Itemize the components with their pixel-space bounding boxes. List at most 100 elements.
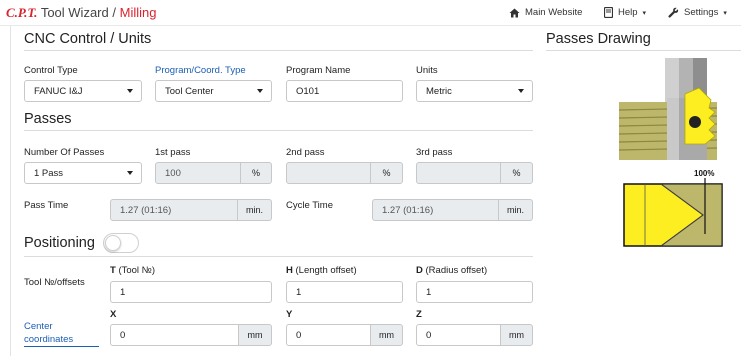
settings-label: Settings: [684, 7, 719, 18]
dropdown-arrow-icon: [518, 89, 524, 93]
toggle-knob: [105, 235, 121, 251]
h-key: H: [286, 265, 293, 276]
wrench-icon: [668, 7, 679, 18]
x-input[interactable]: 0: [110, 324, 239, 346]
thread-insert: [684, 87, 716, 145]
t-label-text: (Tool №): [115, 265, 156, 276]
center-coordinates-link-line2[interactable]: coordinates: [24, 334, 73, 345]
units-label: Units: [416, 65, 438, 76]
positioning-section-title: Positioning: [24, 235, 95, 251]
d-key: D: [416, 265, 423, 276]
y-input[interactable]: 0: [286, 324, 371, 346]
z-key: Z: [416, 309, 422, 320]
units-select[interactable]: Metric: [416, 80, 533, 102]
radius-offset-label: D (Radius offset): [416, 265, 487, 276]
program-type-label[interactable]: Program/Coord. Type: [155, 65, 246, 76]
y-key: Y: [286, 309, 293, 320]
app-title: Tool Wizard: [40, 5, 109, 20]
z-input[interactable]: 0: [416, 324, 501, 346]
thread-profile: [623, 178, 723, 247]
h-label-text: (Length offset): [292, 265, 357, 276]
main-website-label: Main Website: [525, 7, 583, 18]
passes-section-title: Passes: [24, 111, 72, 127]
cnc-section-title: CNC Control / Units: [24, 31, 152, 47]
content-left-border: [10, 26, 11, 356]
passes-drawing-title: Passes Drawing: [546, 31, 651, 47]
tool-offsets-label: Tool №/offsets: [24, 277, 85, 288]
brand[interactable]: C.P.T. Tool Wizard / Milling: [6, 5, 156, 21]
book-icon: [604, 7, 613, 18]
center-coordinates-link-line1[interactable]: Center: [24, 321, 53, 332]
home-icon: [509, 8, 520, 17]
x-value: 0: [120, 329, 126, 341]
passes-drawing: [618, 58, 723, 247]
drawing-section-divider: [546, 50, 741, 51]
d-label-text: (Radius offset): [422, 265, 488, 276]
top-navbar: C.P.T. Tool Wizard / Milling Main Websit…: [0, 0, 741, 26]
program-name-label: Program Name: [286, 65, 351, 76]
pass-time-output: 1.27 (01:16): [110, 199, 238, 221]
positioning-section-divider: [24, 256, 533, 257]
number-of-passes-select[interactable]: 1 Pass: [24, 162, 142, 184]
program-name-input[interactable]: O101: [286, 80, 403, 102]
x-unit: mm: [238, 324, 272, 346]
cycle-time-value: 1.27 (01:16): [382, 204, 434, 216]
cnc-section-divider: [24, 50, 533, 51]
pass-percent-label: 100%: [694, 169, 715, 178]
z-label: Z: [416, 309, 422, 320]
y-unit: mm: [370, 324, 403, 346]
tool-number-label: T (Tool №): [110, 265, 155, 276]
program-name-value: O101: [296, 85, 320, 97]
program-type-value: Tool Center: [165, 85, 214, 97]
caret-down-icon: ▾: [723, 9, 727, 17]
cycle-time-output: 1.27 (01:16): [372, 199, 499, 221]
breadcrumb-separator: /: [112, 5, 116, 20]
z-unit: mm: [500, 324, 533, 346]
second-pass-label: 2nd pass: [286, 147, 325, 158]
y-value: 0: [296, 329, 302, 341]
second-pass-unit: %: [370, 162, 403, 184]
first-pass-value: 100: [165, 167, 181, 179]
radius-offset-input[interactable]: 1: [416, 281, 533, 303]
module-title: Milling: [119, 5, 157, 20]
cycle-time-unit: min.: [498, 199, 533, 221]
pass-time-unit: min.: [237, 199, 272, 221]
dropdown-arrow-icon: [127, 171, 133, 175]
x-key: X: [110, 309, 117, 320]
program-type-select[interactable]: Tool Center: [155, 80, 272, 102]
third-pass-unit: %: [500, 162, 533, 184]
passes-section-divider: [24, 130, 533, 131]
third-pass-input[interactable]: [416, 162, 501, 184]
units-value: Metric: [426, 85, 452, 97]
help-label: Help: [618, 7, 638, 18]
tool-number-value: 1: [120, 286, 126, 298]
number-of-passes-value: 1 Pass: [34, 167, 64, 179]
length-offset-value: 1: [296, 286, 302, 298]
dropdown-arrow-icon: [257, 89, 263, 93]
control-type-value: FANUC I&J: [34, 85, 83, 97]
main-website-link[interactable]: Main Website: [509, 7, 582, 18]
pass-time-label: Pass Time: [24, 200, 69, 211]
tool-number-input[interactable]: 1: [110, 281, 272, 303]
caret-down-icon: ▾: [642, 9, 647, 17]
first-pass-unit: %: [240, 162, 272, 184]
help-menu[interactable]: Help ▾: [604, 7, 646, 18]
length-offset-input[interactable]: 1: [286, 281, 403, 303]
center-coordinates-underline: [24, 346, 99, 347]
settings-menu[interactable]: Settings ▾: [668, 7, 727, 18]
pass-time-value: 1.27 (01:16): [120, 204, 172, 216]
cycle-time-label: Cycle Time: [286, 200, 333, 211]
first-pass-label: 1st pass: [155, 147, 191, 158]
length-offset-label: H (Length offset): [286, 265, 357, 276]
first-pass-input[interactable]: 100: [155, 162, 241, 184]
z-value: 0: [426, 329, 432, 341]
control-type-label: Control Type: [24, 65, 78, 76]
radius-offset-value: 1: [426, 286, 432, 298]
control-type-select[interactable]: FANUC I&J: [24, 80, 142, 102]
positioning-toggle[interactable]: [103, 233, 139, 253]
dropdown-arrow-icon: [127, 89, 133, 93]
y-label: Y: [286, 309, 292, 320]
number-of-passes-label: Number Of Passes: [24, 147, 105, 158]
cpt-logo: C.P.T.: [6, 5, 38, 20]
second-pass-input[interactable]: [286, 162, 371, 184]
